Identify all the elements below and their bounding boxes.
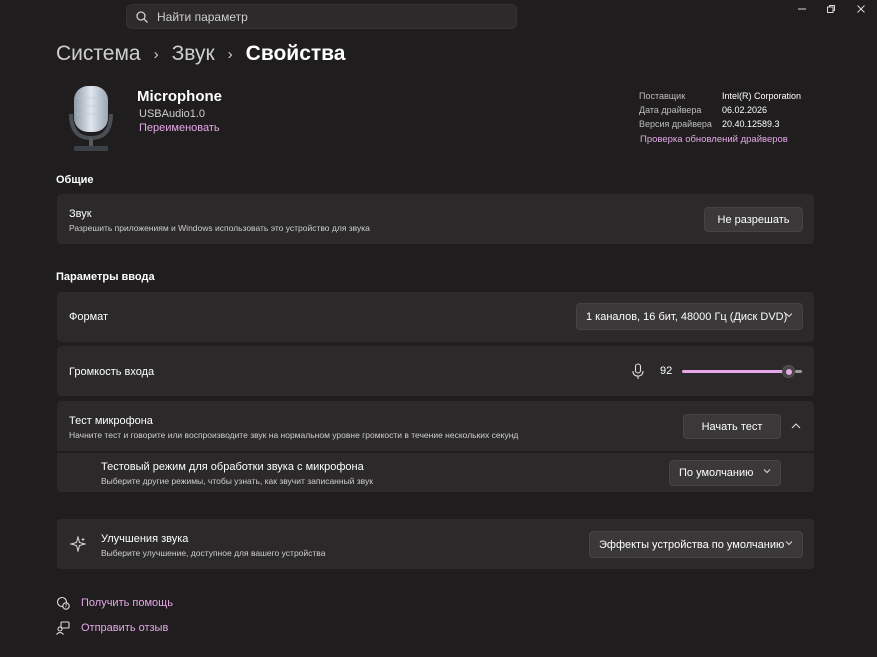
microphone-icon[interactable]: [631, 363, 645, 380]
enhancements-dropdown[interactable]: Эффекты устройства по умолчанию: [589, 531, 803, 558]
volume-slider-fill[interactable]: [682, 370, 788, 373]
chevron-right-icon: ›: [153, 45, 159, 63]
breadcrumb-sound[interactable]: Звук: [172, 42, 215, 66]
search-input[interactable]: Найти параметр: [157, 10, 248, 24]
get-help-link[interactable]: Получить помощь: [81, 597, 173, 609]
sound-card: Звук Разрешить приложениям и Windows исп…: [57, 194, 814, 244]
breadcrumb-system[interactable]: Система: [56, 42, 141, 66]
minimize-icon: [798, 8, 806, 10]
driver-version-label: Версия драйвера: [639, 119, 712, 129]
divider: [57, 451, 814, 453]
driver-version-value: 20.40.12589.3: [722, 119, 780, 129]
close-button[interactable]: [846, 0, 876, 18]
device-name: Microphone: [137, 88, 222, 105]
test-mode-dropdown[interactable]: По умолчанию: [669, 460, 781, 486]
format-card: Формат 1 каналов, 16 бит, 48000 Гц (Диск…: [57, 292, 814, 342]
device-subname: USBAudio1.0: [139, 108, 206, 120]
driver-date-value: 06.02.2026: [722, 105, 768, 115]
feedback-icon: [56, 621, 70, 635]
chevron-right-icon: ›: [227, 45, 233, 63]
general-section-title: Общие: [56, 174, 94, 186]
format-label: Формат: [69, 311, 109, 323]
restore-icon: [827, 5, 835, 13]
volume-label: Громкость входа: [69, 366, 155, 378]
enhancements-card: Улучшения звука Выберите улучшение, дост…: [57, 519, 814, 569]
restore-button[interactable]: [816, 0, 846, 18]
svg-text:?: ?: [65, 604, 68, 610]
check-driver-updates-link[interactable]: Проверка обновлений драйверов: [640, 134, 788, 145]
page-title: Свойства: [245, 42, 346, 65]
vendor-value: Intel(R) Corporation: [722, 91, 802, 101]
rename-link[interactable]: Переименовать: [139, 122, 220, 134]
format-dropdown[interactable]: 1 каналов, 16 бит, 48000 Гц (Диск DVD): [576, 303, 803, 330]
mic-test-description: Начните тест и говорите или воспроизводи…: [69, 430, 519, 440]
test-mode-description: Выберите другие режимы, чтобы узнать, ка…: [101, 476, 373, 486]
input-section-title: Параметры ввода: [56, 271, 155, 283]
vendor-label: Поставщик: [639, 91, 686, 101]
test-mode-title: Тестовый режим для обработки звука с мик…: [101, 461, 364, 473]
start-test-button[interactable]: Начать тест: [683, 414, 781, 439]
driver-date-label: Дата драйвера: [639, 105, 702, 115]
close-icon: [857, 5, 865, 13]
breadcrumb: Система › Звук › Свойства: [56, 42, 345, 66]
enhancements-value: Эффекты устройства по умолчанию: [599, 538, 785, 551]
mic-test-card: Тест микрофона Начните тест и говорите и…: [57, 401, 814, 492]
volume-value: 92: [660, 365, 673, 377]
sparkle-icon: [70, 536, 86, 552]
chevron-down-icon: [785, 312, 793, 317]
minimize-button[interactable]: [787, 0, 817, 18]
mic-test-title: Тест микрофона: [69, 415, 153, 427]
format-value: 1 каналов, 16 бит, 48000 Гц (Диск DVD): [586, 310, 788, 323]
send-feedback-link[interactable]: Отправить отзыв: [81, 622, 168, 634]
enhancements-title: Улучшения звука: [101, 533, 189, 545]
chevron-up-icon[interactable]: [790, 421, 802, 431]
test-mode-value: По умолчанию: [679, 467, 754, 479]
sound-description: Разрешить приложениям и Windows использо…: [69, 223, 370, 233]
help-icon: ?: [56, 596, 70, 610]
chevron-down-icon: [763, 469, 771, 474]
search-icon: [136, 11, 148, 23]
chevron-down-icon: [785, 540, 793, 545]
search-box[interactable]: Найти параметр: [126, 4, 517, 29]
volume-slider-thumb[interactable]: [782, 365, 795, 378]
volume-slider-track[interactable]: [795, 370, 802, 373]
sound-title: Звук: [69, 208, 92, 220]
microphone-device-icon: [69, 86, 113, 151]
deny-button[interactable]: Не разрешать: [704, 207, 803, 232]
enhancements-description: Выберите улучшение, доступное для вашего…: [101, 548, 326, 558]
